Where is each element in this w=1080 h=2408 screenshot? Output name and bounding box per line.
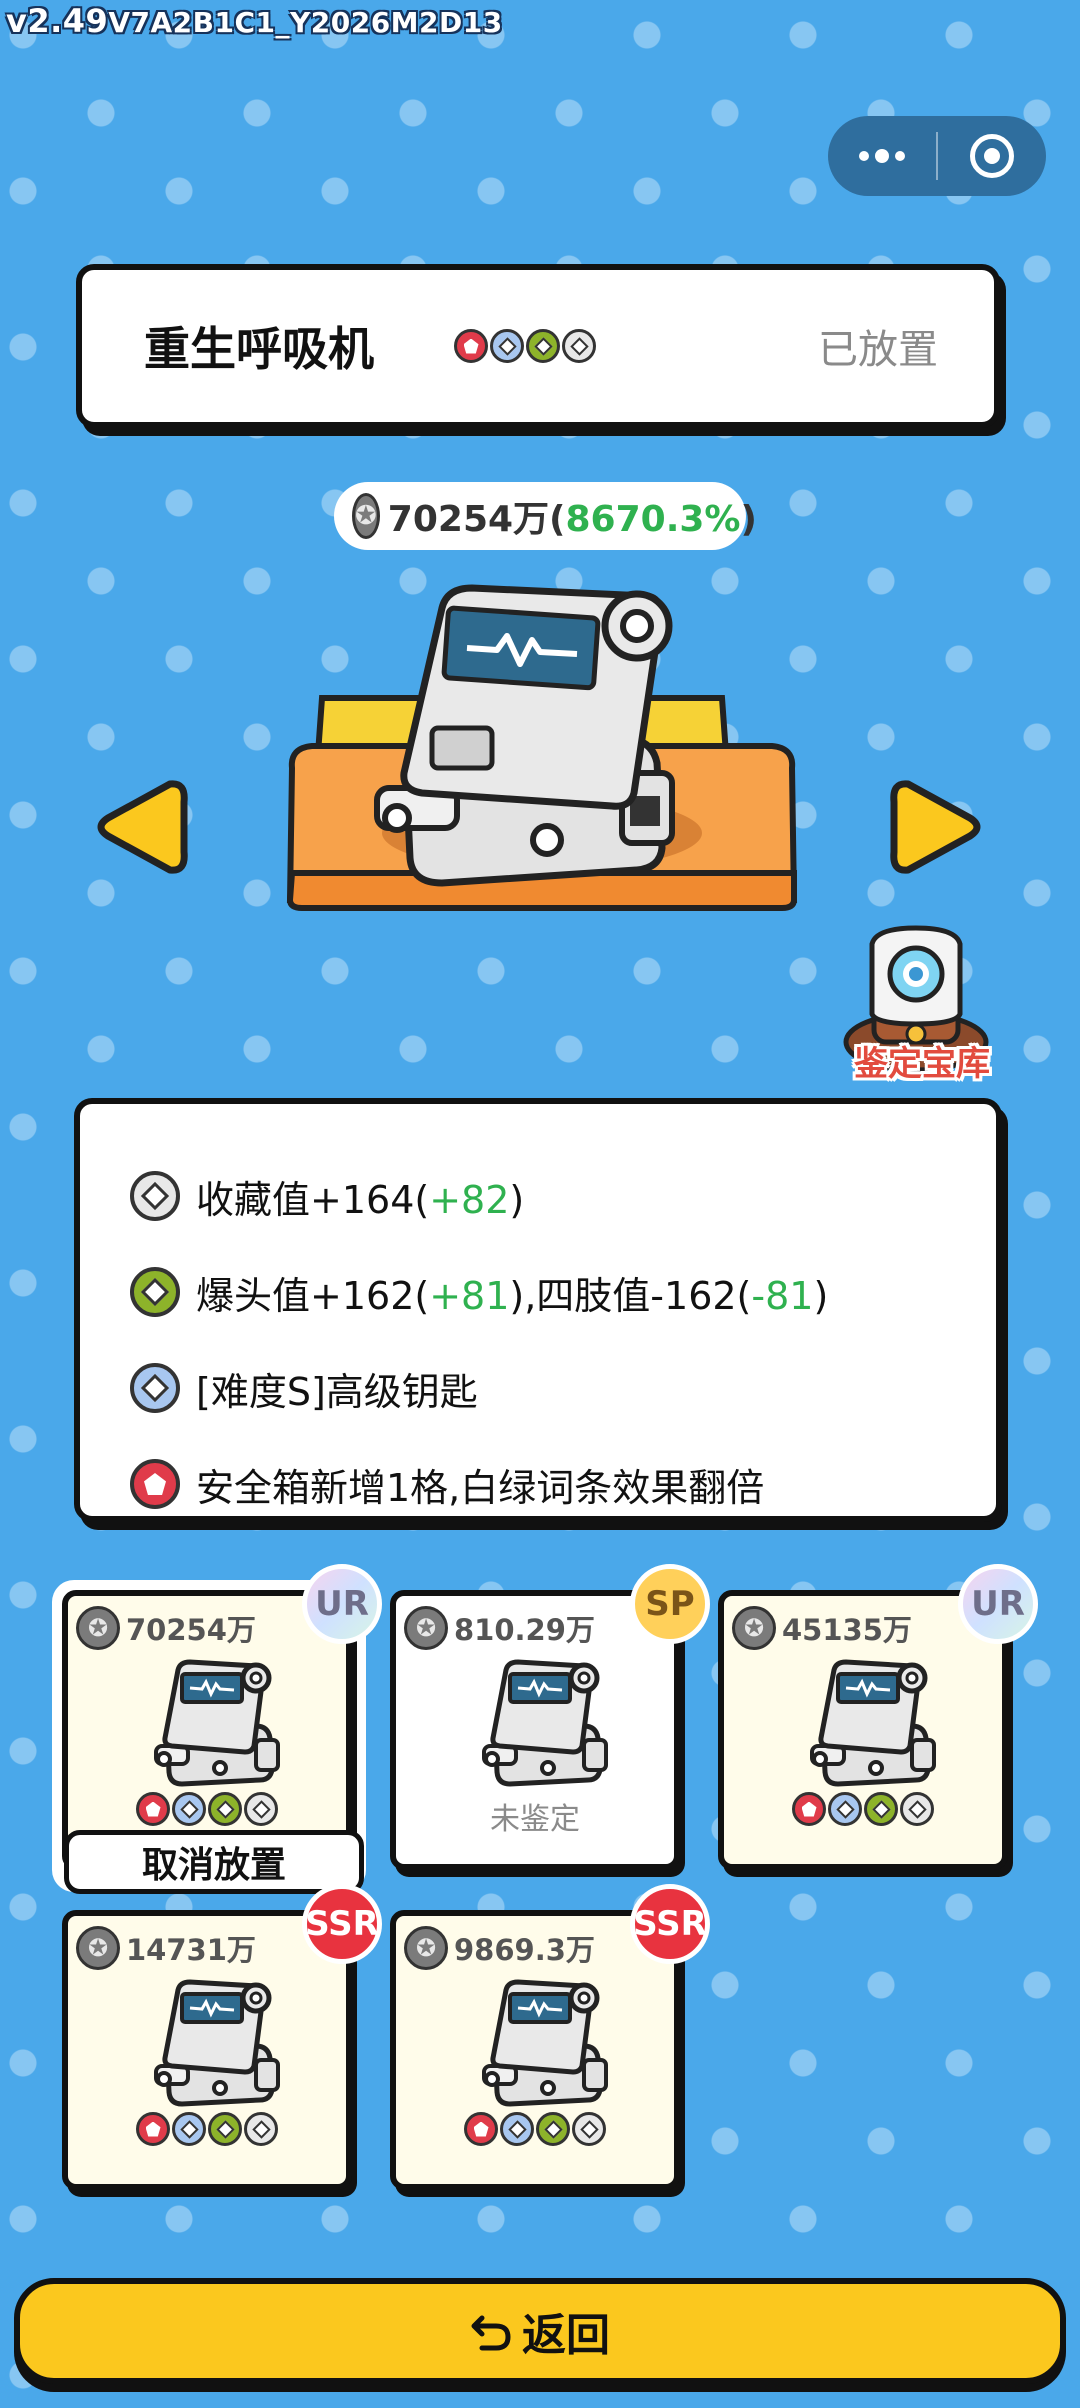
blue-gem-icon (172, 1792, 206, 1826)
gray-gem-icon (244, 1792, 278, 1826)
ventilator-thumbnail (138, 1978, 288, 2108)
item-tile[interactable]: ✪ 70254万 取消放置 (62, 1590, 364, 1894)
blue-gem-icon (828, 1792, 862, 1826)
stat-row: 收藏值+164(+82) (130, 1148, 996, 1244)
blue-gem-icon (172, 2112, 206, 2146)
arrow-left-icon[interactable] (90, 772, 190, 882)
green-gem-icon (864, 1792, 898, 1826)
red-gem-icon (136, 2112, 170, 2146)
green-gem-icon (208, 1792, 242, 1826)
more-button[interactable] (828, 116, 936, 196)
gray-gem-icon (562, 329, 596, 363)
appraise-vault-label[interactable]: 鉴定宝库 (822, 1036, 1022, 1085)
gray-gem-icon (130, 1171, 180, 1221)
item-value-percent: 8670.3% (565, 499, 741, 540)
stat-row: 安全箱新增1格,白绿词条效果翻倍 (130, 1436, 996, 1532)
coin-icon: ✪ (732, 1606, 776, 1650)
tile-price: ✪ 70254万 (76, 1606, 256, 1650)
tile-gems (396, 2112, 674, 2146)
coin-icon: ✪ (76, 1606, 120, 1650)
rarity-badge: SP (630, 1564, 710, 1644)
rarity-badge: UR (958, 1564, 1038, 1644)
item-title-card: 重生呼吸机 已放置 (76, 264, 1000, 428)
red-gem-icon (136, 1792, 170, 1826)
blue-gem-icon (500, 2112, 534, 2146)
tile-gems (68, 2112, 346, 2146)
coin-icon: ✪ (404, 1606, 448, 1650)
rarity-badge: SSR (630, 1884, 710, 1964)
coin-icon: ✪ (76, 1926, 120, 1970)
ventilator-thumbnail (466, 1658, 616, 1788)
coin-icon: ✪ (404, 1926, 448, 1970)
coin-icon: ✪ (352, 493, 380, 539)
item-gems (454, 329, 596, 363)
blue-gem-icon (490, 329, 524, 363)
target-icon (970, 134, 1014, 178)
item-value: 70254万 (387, 499, 550, 540)
tile-price: ✪ 14731万 (76, 1926, 256, 1970)
unappraised-label: 未鉴定 (490, 1802, 580, 1837)
ventilator-thumbnail (138, 1658, 288, 1788)
blue-gem-icon (130, 1363, 180, 1413)
back-button[interactable]: 返回 (14, 2278, 1066, 2384)
rarity-badge: UR (302, 1564, 382, 1644)
red-gem-icon (130, 1459, 180, 1509)
return-arrow-icon (471, 2315, 511, 2351)
arrow-right-icon[interactable] (888, 772, 988, 882)
gray-gem-icon (244, 2112, 278, 2146)
green-gem-icon (208, 2112, 242, 2146)
more-dots-icon (859, 149, 905, 163)
close-button[interactable] (938, 116, 1046, 196)
mini-program-capsule (828, 116, 1046, 196)
stat-row: 爆头值+162(+81),四肢值-162(-81) (130, 1244, 996, 1340)
ventilator-thumbnail (466, 1978, 616, 2108)
gray-gem-icon (900, 1792, 934, 1826)
item-stats-card: 收藏值+164(+82) 爆头值+162(+81),四肢值-162(-81) [… (74, 1098, 1002, 1522)
ventilator-thumbnail (794, 1658, 944, 1788)
tile-gems (68, 1792, 346, 1826)
back-label: 返回 (522, 2310, 610, 2361)
item-tile[interactable]: ✪ 810.29万 未鉴定 (390, 1590, 680, 1870)
tile-price: ✪ 9869.3万 (404, 1926, 595, 1970)
tile-price: ✪ 45135万 (732, 1606, 912, 1650)
cancel-placement-button[interactable]: 取消放置 (64, 1830, 364, 1894)
red-gem-icon (792, 1792, 826, 1826)
ventilator-on-pedestal-image (286, 584, 798, 911)
item-name: 重生呼吸机 (144, 322, 374, 376)
placement-status: 已放置 (818, 327, 938, 373)
red-gem-icon (454, 329, 488, 363)
item-tile[interactable]: ✪ 14731万 (62, 1910, 352, 2190)
item-tile[interactable]: ✪ 9869.3万 (390, 1910, 680, 2190)
tile-gems (724, 1792, 1002, 1826)
version-label: v2.49V7A2B1C1_Y2026M2D13 (6, 2, 503, 40)
tile-price: ✪ 810.29万 (404, 1606, 595, 1650)
rarity-badge: SSR (302, 1884, 382, 1964)
item-tile[interactable]: ✪ 45135万 (718, 1590, 1008, 1870)
gray-gem-icon (572, 2112, 606, 2146)
green-gem-icon (130, 1267, 180, 1317)
green-gem-icon (536, 2112, 570, 2146)
item-value-pill: ✪ 70254万(8670.3%) (334, 482, 757, 550)
green-gem-icon (526, 329, 560, 363)
red-gem-icon (464, 2112, 498, 2146)
stat-row: [难度S]高级钥匙 (130, 1340, 996, 1436)
